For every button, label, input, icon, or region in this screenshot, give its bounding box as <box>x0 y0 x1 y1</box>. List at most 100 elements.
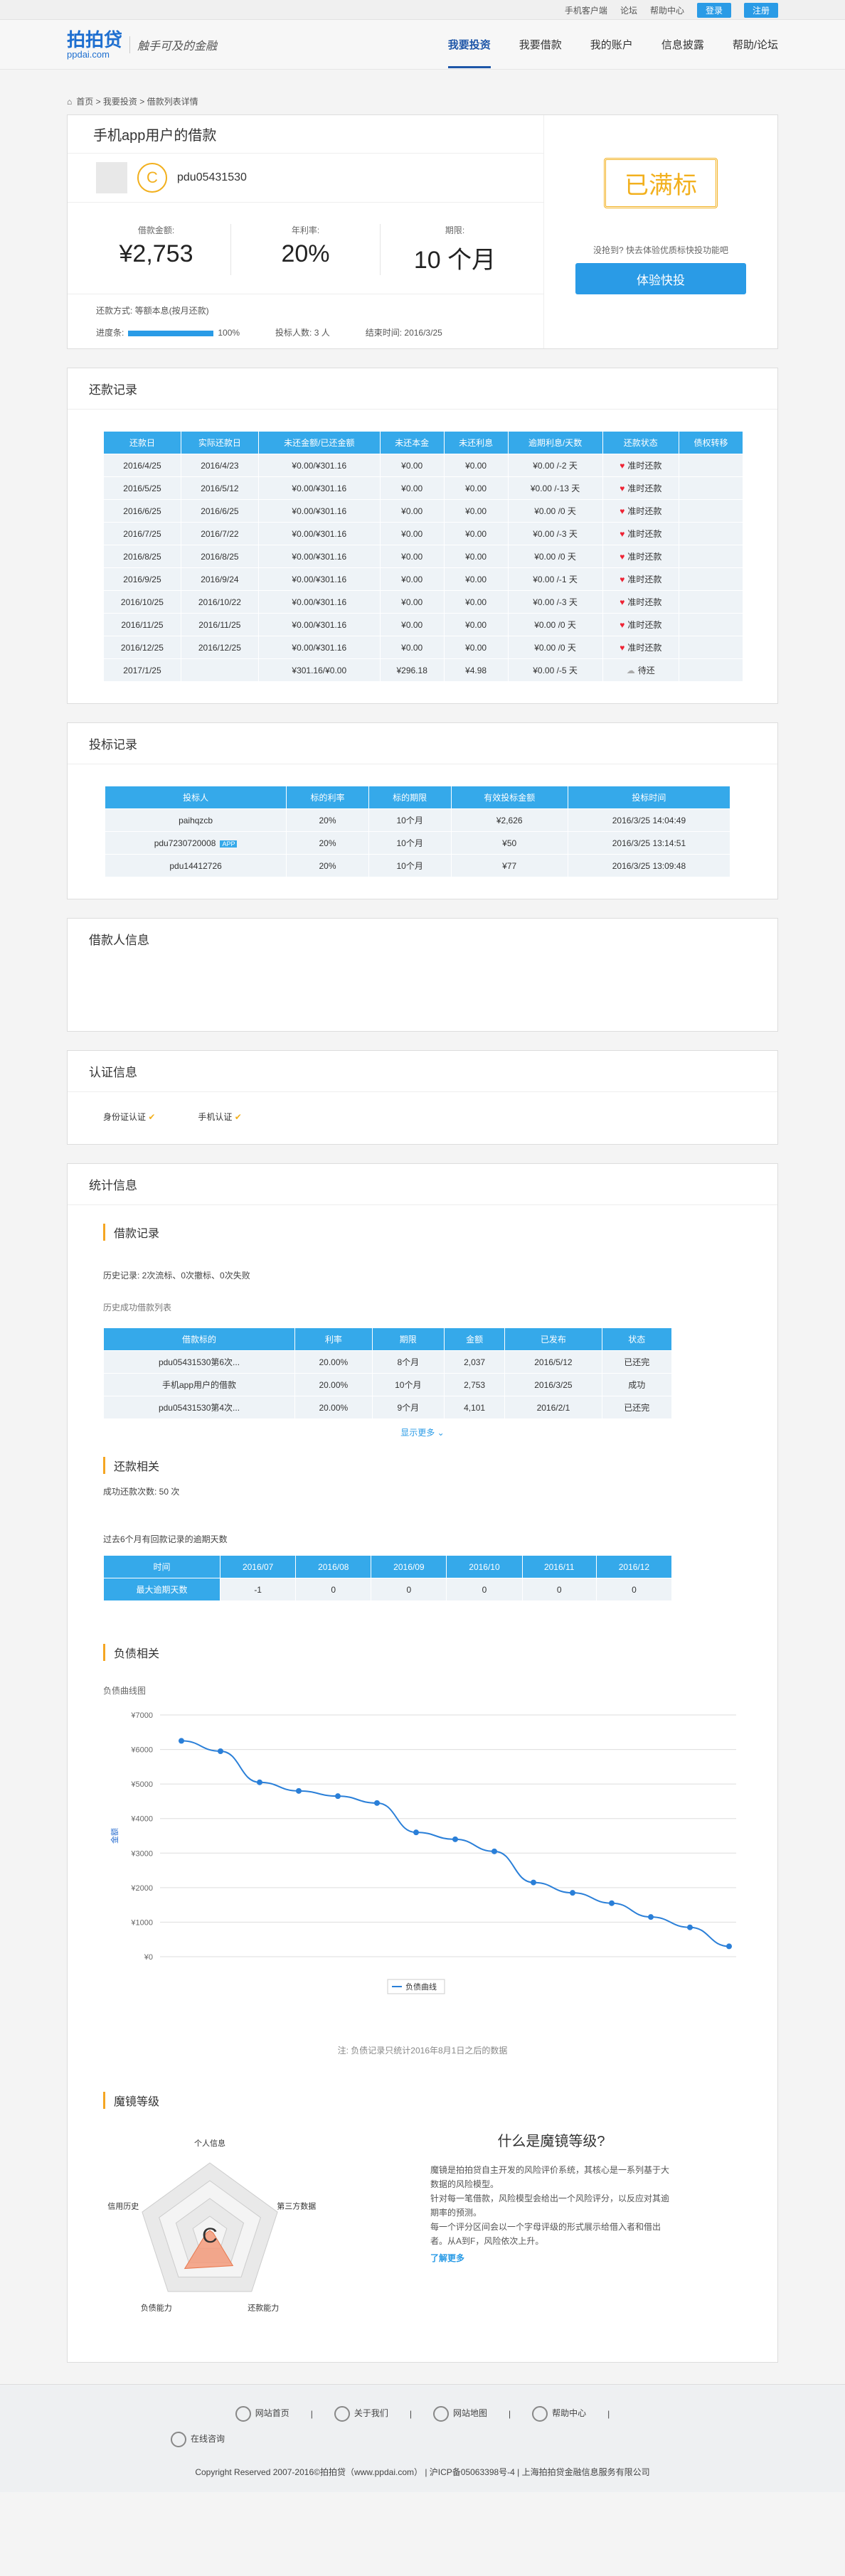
learn-more-link[interactable]: 了解更多 <box>430 2251 672 2265</box>
table-cell: ¥0.00 /0 天 <box>507 499 603 523</box>
column-header: 逾期利息/天数 <box>507 431 603 454</box>
data-point <box>687 1924 693 1930</box>
table-cell: ¥0.00/¥301.16 <box>257 613 381 636</box>
table-cell: ¥0.00 /0 天 <box>507 545 603 568</box>
nav-borrow[interactable]: 我要借款 <box>519 21 562 68</box>
table-cell: 0 <box>521 1578 597 1601</box>
table-cell: 2016/7/25 <box>103 522 181 545</box>
table-cell: ¥301.16/¥0.00 <box>257 658 381 682</box>
table-cell: 2016/10/22 <box>180 590 259 614</box>
table-cell: 10个月 <box>371 1373 445 1396</box>
loan-info: 还款方式: 等额本息(按月还款) 进度条: 100% 投标人数: 3 人 结束时间… <box>68 294 543 348</box>
table-cell: ¥0.00/¥301.16 <box>257 590 381 614</box>
column-header: 未还金额/已还金额 <box>257 431 381 454</box>
footer-help[interactable]: 帮助中心 <box>532 2406 586 2422</box>
table-cell: ¥0.00 <box>443 522 509 545</box>
cert-panel: 认证信息 身份证认证 ✔ 手机认证 ✔ <box>67 1050 778 1145</box>
y-tick-label: ¥2000 <box>130 1884 153 1893</box>
column-header: 还款日 <box>103 431 181 454</box>
bid-title: 投标记录 <box>68 723 777 764</box>
repay-table: 还款日 实际还款日 未还金额/已还金额 未还本金 未还利息 逾期利息/天数 还款状态 债权转移… <box>103 431 743 682</box>
main-nav: 我要投资 我要借款 我的账户 信息披露 帮助/论坛 <box>447 21 778 68</box>
breadcrumb-text[interactable]: 首页 > 我要投资 > 借款列表详情 <box>76 95 198 107</box>
table-row: paihqzcb 20% 10个月 ¥2,626 2016/3/25 14:04:49 <box>104 808 731 832</box>
show-more-link[interactable]: 显示更多 ⌄ <box>68 1426 777 1438</box>
debt-chart: 负债曲线图 ¥0 ¥1000 ¥2000 ¥3000 ¥4000 ¥5000 ¥6000 ¥70… <box>103 1672 756 2044</box>
status-icon: ♥ <box>620 529 625 539</box>
nav-help[interactable]: 帮助/论坛 <box>733 21 778 68</box>
table-cell: 2,753 <box>443 1373 506 1396</box>
table-cell: ¥0.00/¥301.16 <box>257 499 381 523</box>
table-cell: ♥ 准时还款 <box>602 636 680 659</box>
column-header: 标的期限 <box>368 786 452 809</box>
forum-link[interactable]: 论坛 <box>620 4 637 16</box>
check-icon: ✔ <box>234 1112 242 1122</box>
nav-disclosure[interactable]: 信息披露 <box>661 21 704 68</box>
footer-home[interactable]: 网站首页 <box>235 2406 289 2422</box>
chart-title: 负债曲线图 <box>103 1686 146 1696</box>
table-row: pdu05431530第4次... 20.00% 9个月 4,101 2016/2/1 已… <box>102 1396 673 1419</box>
table-cell: ¥77 <box>450 854 568 877</box>
app-link[interactable]: 手机客户端 <box>565 4 607 16</box>
home-icon[interactable]: ⌂ <box>67 97 72 107</box>
chat-bubble-icon <box>171 2432 186 2447</box>
loan-record-heading: 借款记录 <box>103 1224 756 1241</box>
amount-value: ¥2,753 <box>119 240 193 267</box>
table-cell: ♥ 准时还款 <box>602 476 680 500</box>
data-point <box>452 1836 458 1842</box>
mirror-heading: 魔镜等级 <box>103 2092 756 2109</box>
table-cell: ♥ 准时还款 <box>602 454 680 477</box>
status-icon: ♥ <box>620 483 625 493</box>
table-row: 2016/11/25 2016/11/25 ¥0.00/¥301.16 ¥0.00 ¥0… <box>103 613 743 636</box>
table-cell: ¥0.00 /-5 天 <box>507 658 603 682</box>
column-header: 投标时间 <box>567 786 731 809</box>
table-cell: ♥ 准时还款 <box>602 522 680 545</box>
table-cell: 2016/5/25 <box>103 476 181 500</box>
y-axis-label: 金额 <box>110 1828 119 1844</box>
table-cell: ¥0.00 <box>379 476 445 500</box>
data-point <box>491 1848 497 1854</box>
breadcrumb: ⌂ 首页 > 我要投资 > 借款列表详情 <box>67 70 778 114</box>
table-cell: pdu7230720008 APP <box>104 831 287 855</box>
y-tick-label: ¥1000 <box>130 1918 153 1927</box>
mirror-desc-1: 魔镜是拍拍贷自主开发的风险评价系统，其核心是一系列基于大数据的风险模型。 <box>430 2165 670 2189</box>
status-icon: ♥ <box>620 574 625 584</box>
table-cell: ¥0.00/¥301.16 <box>257 567 381 591</box>
register-button[interactable]: 注册 <box>743 2 778 18</box>
table-cell: ♥ 准时还款 <box>602 499 680 523</box>
table-cell: ¥0.00 <box>443 454 509 477</box>
status-icon: ♥ <box>620 643 625 653</box>
table-cell: ¥0.00 /-3 天 <box>507 590 603 614</box>
borrower-panel: 借款人信息 <box>67 918 778 1032</box>
login-button[interactable]: 登录 <box>696 2 731 18</box>
footer-sitemap[interactable]: 网站地图 <box>433 2406 487 2422</box>
table-cell <box>679 522 743 545</box>
table-cell: ¥0.00/¥301.16 <box>257 636 381 659</box>
table-cell: ¥296.18 <box>379 658 445 682</box>
table-row: 2017/1/25 ¥301.16/¥0.00 ¥296.18 ¥4.98 ¥0.00 … <box>103 658 743 682</box>
table-row: 2016/6/25 2016/6/25 ¥0.00/¥301.16 ¥0.00 ¥0.0… <box>103 499 743 523</box>
full-status-stamp: 已满标 <box>604 158 718 208</box>
nav-invest[interactable]: 我要投资 <box>447 21 491 68</box>
table-cell: ¥0.00 <box>443 545 509 568</box>
footer-consult[interactable]: 在线咨询 <box>171 2432 225 2447</box>
nav-account[interactable]: 我的账户 <box>590 21 633 68</box>
data-point <box>726 1943 732 1950</box>
table-cell: 2016/9/25 <box>103 567 181 591</box>
radar-axis-label: 负债能力 <box>141 2303 172 2313</box>
table-cell <box>679 476 743 500</box>
help-link[interactable]: 帮助中心 <box>650 4 684 16</box>
table-cell: 0 <box>295 1578 372 1601</box>
logo[interactable]: 拍拍贷 ppdai.com 触手可及的金融 <box>67 31 217 60</box>
amount-label: 借款金额: <box>137 225 175 235</box>
footer-about[interactable]: 关于我们 <box>334 2406 388 2422</box>
username[interactable]: pdu05431530 <box>177 171 247 184</box>
table-cell: 9个月 <box>371 1396 445 1419</box>
table-cell: ¥0.00/¥301.16 <box>257 545 381 568</box>
quick-invest-button[interactable]: 体验快投 <box>575 263 746 294</box>
column-header: 2016/12 <box>595 1555 673 1578</box>
table-cell: 0 <box>371 1578 447 1601</box>
column-header: 标的利率 <box>286 786 369 809</box>
top-bar: 手机客户端 论坛 帮助中心 登录 注册 <box>0 0 845 20</box>
table-cell: ¥0.00 /-3 天 <box>507 522 603 545</box>
